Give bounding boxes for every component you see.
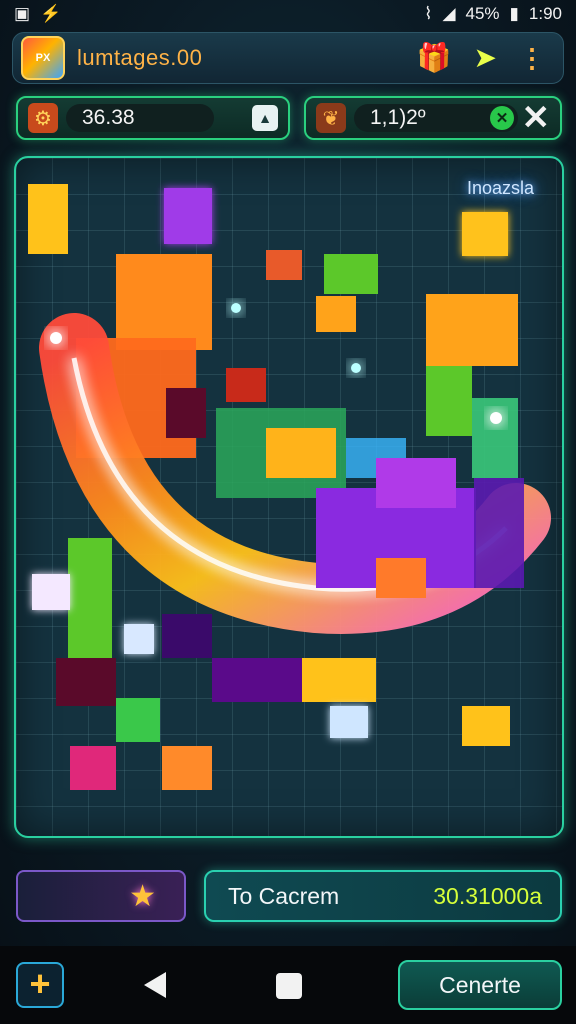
gift-icon[interactable]: 🎁 xyxy=(417,44,452,72)
confirm-button[interactable]: Cenerte xyxy=(398,960,562,1010)
sparkle xyxy=(231,303,241,313)
puzzle-piece[interactable] xyxy=(116,254,212,350)
bottom-nav-bar: + Cenerte xyxy=(0,946,576,1024)
puzzle-artwork xyxy=(28,184,551,790)
gallery-icon: ▣ xyxy=(14,4,31,23)
goal-value: 30.31000a xyxy=(433,882,542,909)
puzzle-piece[interactable] xyxy=(376,558,426,598)
battery-text: 45% xyxy=(465,4,500,23)
close-icon[interactable]: ✕ xyxy=(522,101,551,135)
goal-label: To Cacrem xyxy=(228,882,340,909)
app-logo[interactable]: PX xyxy=(21,36,65,80)
puzzle-piece[interactable] xyxy=(56,658,116,706)
usb-icon: ⚡ xyxy=(40,4,62,23)
puzzle-piece[interactable] xyxy=(116,698,160,742)
app-title: lumtages.00 xyxy=(77,45,203,70)
puzzle-piece[interactable] xyxy=(426,294,518,366)
puzzle-piece[interactable] xyxy=(426,366,472,436)
add-button[interactable]: + xyxy=(16,962,64,1008)
puzzle-piece[interactable] xyxy=(68,538,112,658)
puzzle-piece[interactable] xyxy=(462,706,510,746)
puzzle-piece[interactable] xyxy=(324,254,378,294)
board-label: Inoazsla xyxy=(466,178,534,198)
puzzle-piece[interactable] xyxy=(162,746,212,790)
status-bar: ▣ ⚡ ⌇ ◢ 45% ▮ 1:90 xyxy=(0,0,576,28)
puzzle-piece[interactable] xyxy=(28,184,68,254)
menu-dots-icon[interactable]: ⋮ xyxy=(519,45,545,71)
puzzle-piece[interactable] xyxy=(70,746,116,790)
puzzle-piece[interactable] xyxy=(266,250,302,280)
app-logo-text: PX xyxy=(35,52,51,64)
puzzle-piece[interactable] xyxy=(330,706,368,738)
gems-value: 1,1)2º xyxy=(370,106,426,129)
puzzle-piece[interactable] xyxy=(462,212,508,256)
puzzle-piece[interactable] xyxy=(302,658,376,702)
puzzle-piece[interactable] xyxy=(376,458,456,508)
clock: 1:90 xyxy=(528,4,562,23)
sparkle xyxy=(490,412,502,424)
dragon-icon: ❦ xyxy=(316,103,346,133)
signal-icon: ◢ xyxy=(442,4,456,23)
puzzle-piece[interactable] xyxy=(124,624,154,654)
goal-bar: To Cacrem 30.31000a xyxy=(204,870,562,922)
puzzle-piece[interactable] xyxy=(164,188,212,244)
puzzle-piece[interactable] xyxy=(162,614,212,658)
star-icon: ★ xyxy=(129,879,156,913)
gems-stat: ❦ 1,1)2º ✕ ✕ xyxy=(304,96,562,140)
top-app-bar: PX lumtages.00 🎁 ➤ ⋮ xyxy=(12,32,564,84)
puzzle-board[interactable]: Inoazsla xyxy=(14,156,564,838)
send-icon[interactable]: ➤ xyxy=(474,44,497,72)
puzzle-piece[interactable] xyxy=(32,574,70,610)
hint-button[interactable]: ★ xyxy=(16,870,186,922)
back-icon[interactable] xyxy=(144,972,166,998)
puzzle-piece[interactable] xyxy=(166,388,206,438)
puzzle-piece[interactable] xyxy=(226,368,266,402)
battery-icon: ▮ xyxy=(509,4,519,23)
gems-value-wrap: 1,1)2º ✕ xyxy=(354,104,518,132)
puzzle-piece[interactable] xyxy=(212,658,302,702)
coins-value: 36.38 xyxy=(66,104,214,132)
home-icon[interactable] xyxy=(276,973,302,999)
photo-icon[interactable]: ▲ xyxy=(252,105,278,131)
puzzle-piece[interactable] xyxy=(474,478,524,588)
no-wifi-icon: ⌇ xyxy=(424,4,433,23)
puzzle-piece[interactable] xyxy=(266,428,336,478)
puzzle-piece[interactable] xyxy=(316,296,356,332)
gear-icon: ⚙ xyxy=(28,103,58,133)
sparkle xyxy=(50,332,62,344)
sparkle xyxy=(351,363,361,373)
puzzle-piece[interactable] xyxy=(472,398,518,478)
coins-stat: ⚙ 36.38 ▲ xyxy=(16,96,290,140)
gems-badge[interactable]: ✕ xyxy=(490,106,514,130)
